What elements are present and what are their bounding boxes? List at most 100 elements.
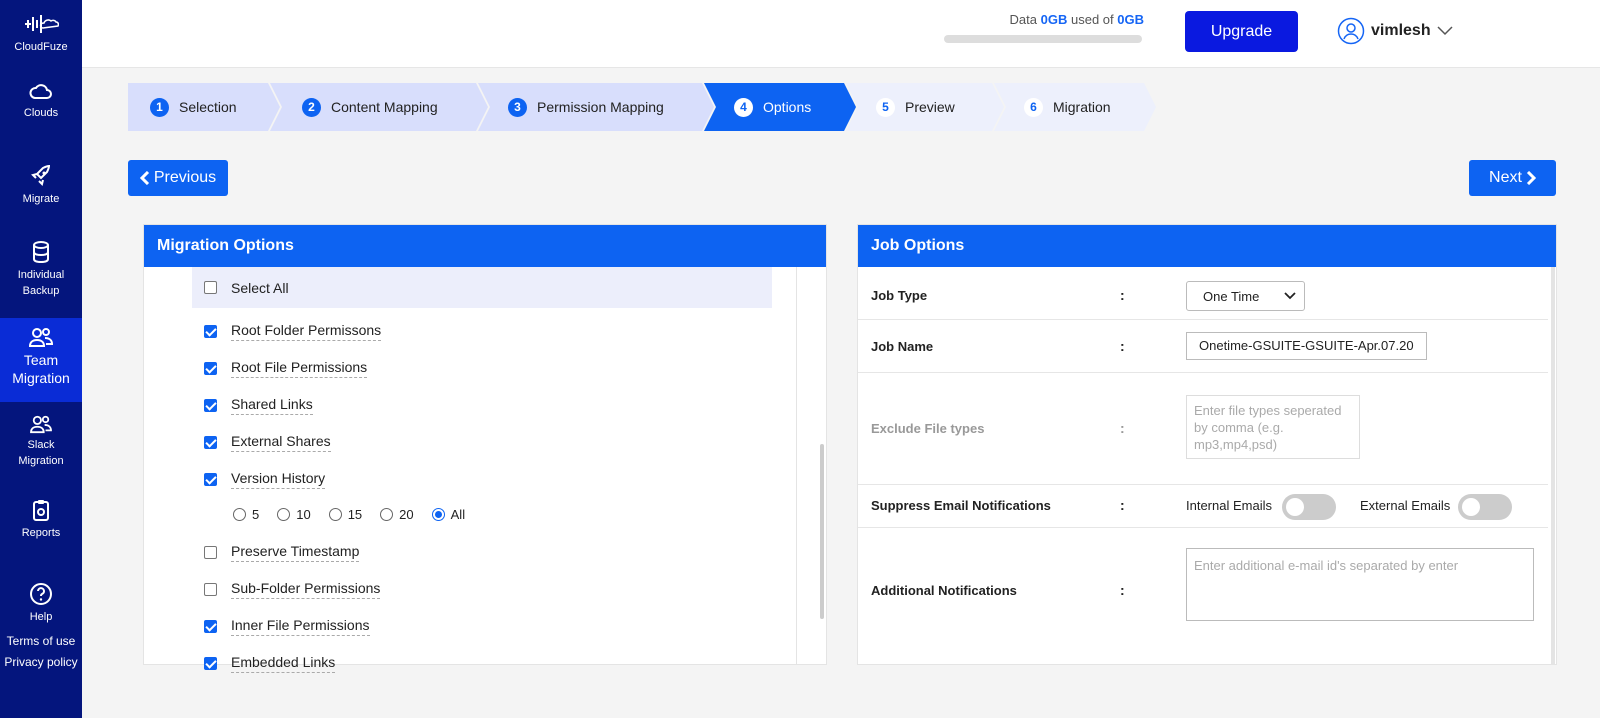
option-embedded-links[interactable]: Embedded Links: [204, 654, 336, 673]
option-checkbox[interactable]: [204, 436, 217, 449]
job-options-scrollbar[interactable]: [1551, 267, 1555, 664]
internal-emails-toggle[interactable]: [1282, 494, 1336, 520]
option-inner-file-permissions[interactable]: Inner File Permissions: [204, 617, 370, 636]
radio-button[interactable]: [277, 508, 291, 521]
option-label: Embedded Links: [231, 654, 336, 673]
job-type-select[interactable]: One Time: [1186, 281, 1305, 311]
option-label: Sub-Folder Permissions: [231, 580, 381, 599]
colon: :: [1120, 420, 1125, 436]
option-version-history[interactable]: Version History: [204, 470, 326, 489]
colon: :: [1120, 582, 1125, 598]
sidebar-item-label: Slack Migration: [18, 439, 64, 467]
option-checkbox[interactable]: [204, 473, 217, 486]
step-migration[interactable]: 6 Migration: [994, 83, 1156, 131]
option-sub-folder-permissions[interactable]: Sub-Folder Permissions: [204, 580, 381, 599]
option-checkbox[interactable]: [204, 399, 217, 412]
step-label: Migration: [1053, 99, 1111, 115]
sidebar-item-team-migration[interactable]: Team Migration: [0, 318, 82, 402]
job-name-row: Job Name : Onetime-GSUITE-GSUITE-Apr.07.…: [858, 320, 1548, 373]
step-number: 1: [150, 98, 169, 117]
version-radio-10[interactable]: 10: [277, 507, 311, 522]
step-number: 5: [876, 98, 895, 117]
migration-options-title: Migration Options: [144, 225, 826, 267]
previous-button[interactable]: Previous: [128, 160, 228, 196]
step-selection[interactable]: 1 Selection: [128, 83, 280, 131]
step-label: Preview: [905, 99, 955, 115]
sidebar-item-label: Help: [29, 611, 53, 623]
option-checkbox[interactable]: [204, 583, 217, 596]
exclude-file-types-input[interactable]: Enter file types seperated by comma (e.g…: [1186, 395, 1360, 459]
chevron-down-icon: [1437, 26, 1453, 36]
option-label: Preserve Timestamp: [231, 543, 360, 562]
job-type-label: Job Type: [871, 288, 928, 303]
sidebar-item-clouds[interactable]: Clouds: [0, 82, 82, 121]
chevron-right-icon: [1526, 171, 1536, 185]
step-content-mapping[interactable]: 2 Content Mapping: [270, 83, 488, 131]
option-checkbox[interactable]: [204, 362, 217, 375]
option-checkbox[interactable]: [204, 620, 217, 633]
radio-button[interactable]: [233, 508, 246, 521]
step-permission-mapping[interactable]: 3 Permission Mapping: [478, 83, 714, 131]
radio-label: 5: [252, 507, 260, 522]
version-history-radio-group: 5 10 15 20 All: [233, 507, 465, 522]
step-options[interactable]: 4 Options: [704, 83, 856, 131]
radio-button[interactable]: [431, 508, 445, 521]
option-label: Root File Permissions: [231, 359, 368, 378]
sidebar-item-label: Migrate: [22, 193, 60, 205]
version-radio-15[interactable]: 15: [328, 507, 363, 522]
version-radio-5[interactable]: 5: [233, 507, 259, 522]
terms-of-use-link[interactable]: Terms of use: [0, 634, 82, 648]
chevron-left-icon: [139, 171, 149, 185]
radio-button[interactable]: [380, 508, 394, 521]
cloud-icon: [29, 84, 52, 99]
brand-name: CloudFuze: [14, 41, 68, 53]
suppress-email-row: Suppress Email Notifications : Internal …: [858, 485, 1548, 528]
step-number: 6: [1024, 98, 1043, 117]
option-shared-links[interactable]: Shared Links: [204, 396, 313, 415]
option-preserve-timestamp[interactable]: Preserve Timestamp: [204, 543, 360, 562]
additional-notifications-input[interactable]: Enter additional e-mail id's separated b…: [1186, 548, 1534, 621]
select-all-row[interactable]: Select All: [192, 267, 772, 308]
colon: :: [1120, 287, 1125, 303]
option-external-shares[interactable]: External Shares: [204, 433, 331, 452]
option-root-folder-permissions[interactable]: Root Folder Permissons: [204, 322, 382, 341]
cloudfuze-logo-icon: [25, 15, 59, 33]
sidebar-item-reports[interactable]: Reports: [0, 498, 82, 541]
step-preview[interactable]: 5 Preview: [846, 83, 1004, 131]
radio-label: All: [450, 507, 466, 522]
sidebar-item-migrate[interactable]: Migrate: [0, 164, 82, 207]
job-name-input[interactable]: Onetime-GSUITE-GSUITE-Apr.07.20: [1186, 332, 1427, 360]
sidebar-item-help[interactable]: Help: [0, 582, 82, 625]
radio-label: 15: [347, 507, 363, 522]
version-radio-20[interactable]: 20: [380, 507, 414, 522]
select-all-label: Select All: [231, 279, 289, 296]
additional-notifications-label: Additional Notifications: [871, 583, 1017, 598]
job-type-row: Job Type : One Time: [858, 275, 1548, 320]
select-all-checkbox[interactable]: [204, 281, 217, 294]
job-options-panel: Job Options Job Type : One Time Job Name…: [857, 224, 1557, 665]
options-scrollbar[interactable]: [820, 444, 824, 619]
sidebar-item-label: Team Migration: [12, 352, 70, 386]
option-label: Shared Links: [231, 396, 313, 415]
upgrade-button[interactable]: Upgrade: [1185, 11, 1298, 52]
privacy-policy-link[interactable]: Privacy policy: [0, 655, 82, 669]
option-checkbox[interactable]: [204, 325, 217, 338]
internal-emails-label: Internal Emails: [1186, 498, 1272, 513]
user-menu[interactable]: vimlesh: [1337, 17, 1453, 45]
option-root-file-permissions[interactable]: Root File Permissions: [204, 359, 368, 378]
brand-logo[interactable]: CloudFuze: [0, 12, 82, 55]
next-button[interactable]: Next: [1469, 160, 1556, 196]
option-checkbox[interactable]: [204, 546, 217, 559]
rocket-icon: [31, 164, 51, 186]
next-label: Next: [1489, 169, 1522, 186]
radio-button[interactable]: [328, 508, 342, 521]
option-label: Inner File Permissions: [231, 617, 370, 636]
sidebar-item-individual-backup[interactable]: Individual Backup: [0, 240, 82, 299]
version-radio-all[interactable]: All: [431, 507, 466, 522]
data-usage-text: Data 0GB used of 0GB: [944, 12, 1144, 27]
external-emails-toggle[interactable]: [1458, 494, 1512, 520]
option-checkbox[interactable]: [204, 657, 217, 670]
additional-notifications-row: Additional Notifications : Enter additio…: [858, 528, 1548, 648]
step-number: 3: [508, 98, 527, 117]
sidebar-item-slack-migration[interactable]: Slack Migration: [0, 414, 82, 469]
